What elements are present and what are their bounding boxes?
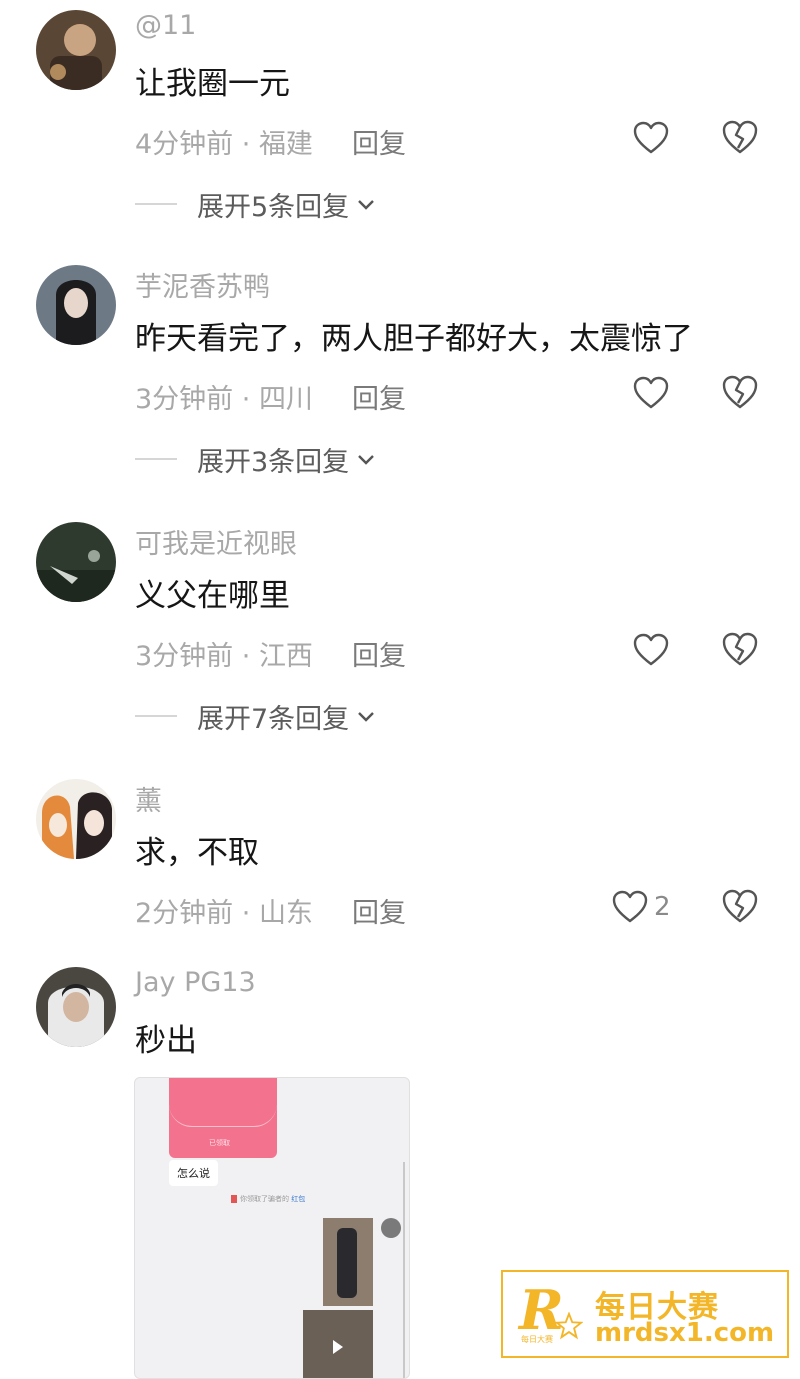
reply-button[interactable]: 回复	[352, 634, 406, 673]
comment-location: 四川	[258, 384, 313, 415]
username[interactable]: Jay PG13	[135, 967, 256, 998]
comment-text: 让我圈一元	[135, 66, 290, 102]
avatar[interactable]	[36, 522, 116, 602]
avatar[interactable]	[36, 967, 116, 1047]
chat-notice: 你领取了骗者的 红包	[231, 1194, 305, 1204]
comment-text: 秒出	[135, 1023, 197, 1059]
watermark-url: mrdsx1.com	[595, 1318, 775, 1348]
reply-button[interactable]: 回复	[352, 377, 406, 416]
username[interactable]: 芋泥香苏鸭	[135, 265, 270, 304]
heart-icon	[633, 633, 669, 666]
broken-heart-icon	[722, 120, 758, 154]
chat-notice-link: 红包	[291, 1195, 306, 1203]
chevron-down-icon	[358, 200, 375, 210]
like-button[interactable]	[633, 118, 669, 158]
watermark-small-text: 每日大赛	[521, 1335, 553, 1344]
comment-meta: 3分钟前 · 四川	[135, 384, 313, 415]
dislike-button[interactable]	[721, 887, 759, 925]
heart-icon	[612, 890, 648, 923]
comment-item: Jay PG13 秒出	[0, 967, 800, 1077]
comment-meta: 4分钟前 · 福建	[135, 129, 313, 160]
red-packet-card: 已领取	[169, 1078, 277, 1158]
broken-heart-icon	[722, 889, 758, 923]
reply-button[interactable]: 回复	[352, 122, 406, 161]
watermark-logo: R 每日大赛 每日大赛 mrdsx1.com	[501, 1270, 789, 1358]
expand-replies-label: 展开5条回复	[197, 191, 350, 223]
chevron-down-icon	[358, 712, 375, 722]
comment-meta: 2分钟前 · 山东	[135, 898, 313, 929]
red-packet-icon	[231, 1195, 237, 1203]
expand-replies[interactable]: 展开5条回复	[135, 184, 377, 224]
dislike-button[interactable]	[721, 373, 759, 411]
expand-replies-label: 展开7条回复	[197, 703, 350, 735]
comment-time: 3分钟前	[135, 641, 234, 672]
scrollbar	[403, 1162, 405, 1378]
dislike-button[interactable]	[721, 118, 759, 156]
red-packet-flap	[169, 1104, 277, 1127]
avatar[interactable]	[36, 779, 116, 859]
comment-item: 薰 求，不取 2分钟前 · 山东 回复 2	[0, 779, 800, 949]
comment-location: 山东	[258, 898, 313, 929]
divider-line	[135, 458, 177, 460]
comment-location: 江西	[258, 641, 313, 672]
comment-meta: 3分钟前 · 江西	[135, 641, 313, 672]
star-icon	[555, 1312, 583, 1340]
comment-time: 2分钟前	[135, 898, 234, 929]
chat-notice-text: 你领取了骗者的	[240, 1195, 289, 1203]
expand-replies-label: 展开3条回复	[197, 446, 350, 478]
username[interactable]: @11	[135, 10, 196, 41]
chat-photo	[323, 1218, 373, 1306]
divider-line	[135, 203, 177, 205]
broken-heart-icon	[722, 375, 758, 409]
like-button[interactable]	[633, 373, 669, 413]
comment-time: 3分钟前	[135, 384, 234, 415]
avatar[interactable]	[36, 265, 116, 345]
attached-image[interactable]: 已领取 怎么说 你领取了骗者的 红包	[134, 1077, 410, 1379]
reply-button[interactable]: 回复	[352, 891, 406, 930]
expand-replies[interactable]: 展开7条回复	[135, 696, 377, 736]
chat-bubble: 怎么说	[169, 1160, 218, 1186]
like-button[interactable]: 2	[612, 887, 671, 927]
red-packet-label: 已领取	[209, 1139, 230, 1147]
like-button[interactable]	[633, 630, 669, 670]
comment-item: 可我是近视眼 义父在哪里 3分钟前 · 江西 回复 展开7条回复	[0, 522, 800, 752]
username[interactable]: 薰	[135, 779, 162, 818]
broken-heart-icon	[722, 632, 758, 666]
divider-line	[135, 715, 177, 717]
comment-text: 义父在哪里	[135, 578, 290, 614]
dislike-button[interactable]	[721, 630, 759, 668]
like-count: 2	[654, 892, 671, 922]
comment-time: 4分钟前	[135, 129, 234, 160]
chevron-down-icon	[358, 455, 375, 465]
comment-location: 福建	[258, 129, 313, 160]
comment-text: 求，不取	[135, 835, 259, 871]
comment-text: 昨天看完了，两人胆子都好大，太震惊了	[135, 321, 693, 357]
heart-icon	[633, 121, 669, 154]
expand-replies[interactable]: 展开3条回复	[135, 439, 377, 479]
chat-avatar	[381, 1218, 401, 1238]
username[interactable]: 可我是近视眼	[135, 522, 297, 561]
avatar[interactable]	[36, 10, 116, 90]
comment-item: 芋泥香苏鸭 昨天看完了，两人胆子都好大，太震惊了 3分钟前 · 四川 回复 展开…	[0, 265, 800, 495]
heart-icon	[633, 376, 669, 409]
comment-item: @11 让我圈一元 4分钟前 · 福建 回复 展开5条回复	[0, 10, 800, 240]
